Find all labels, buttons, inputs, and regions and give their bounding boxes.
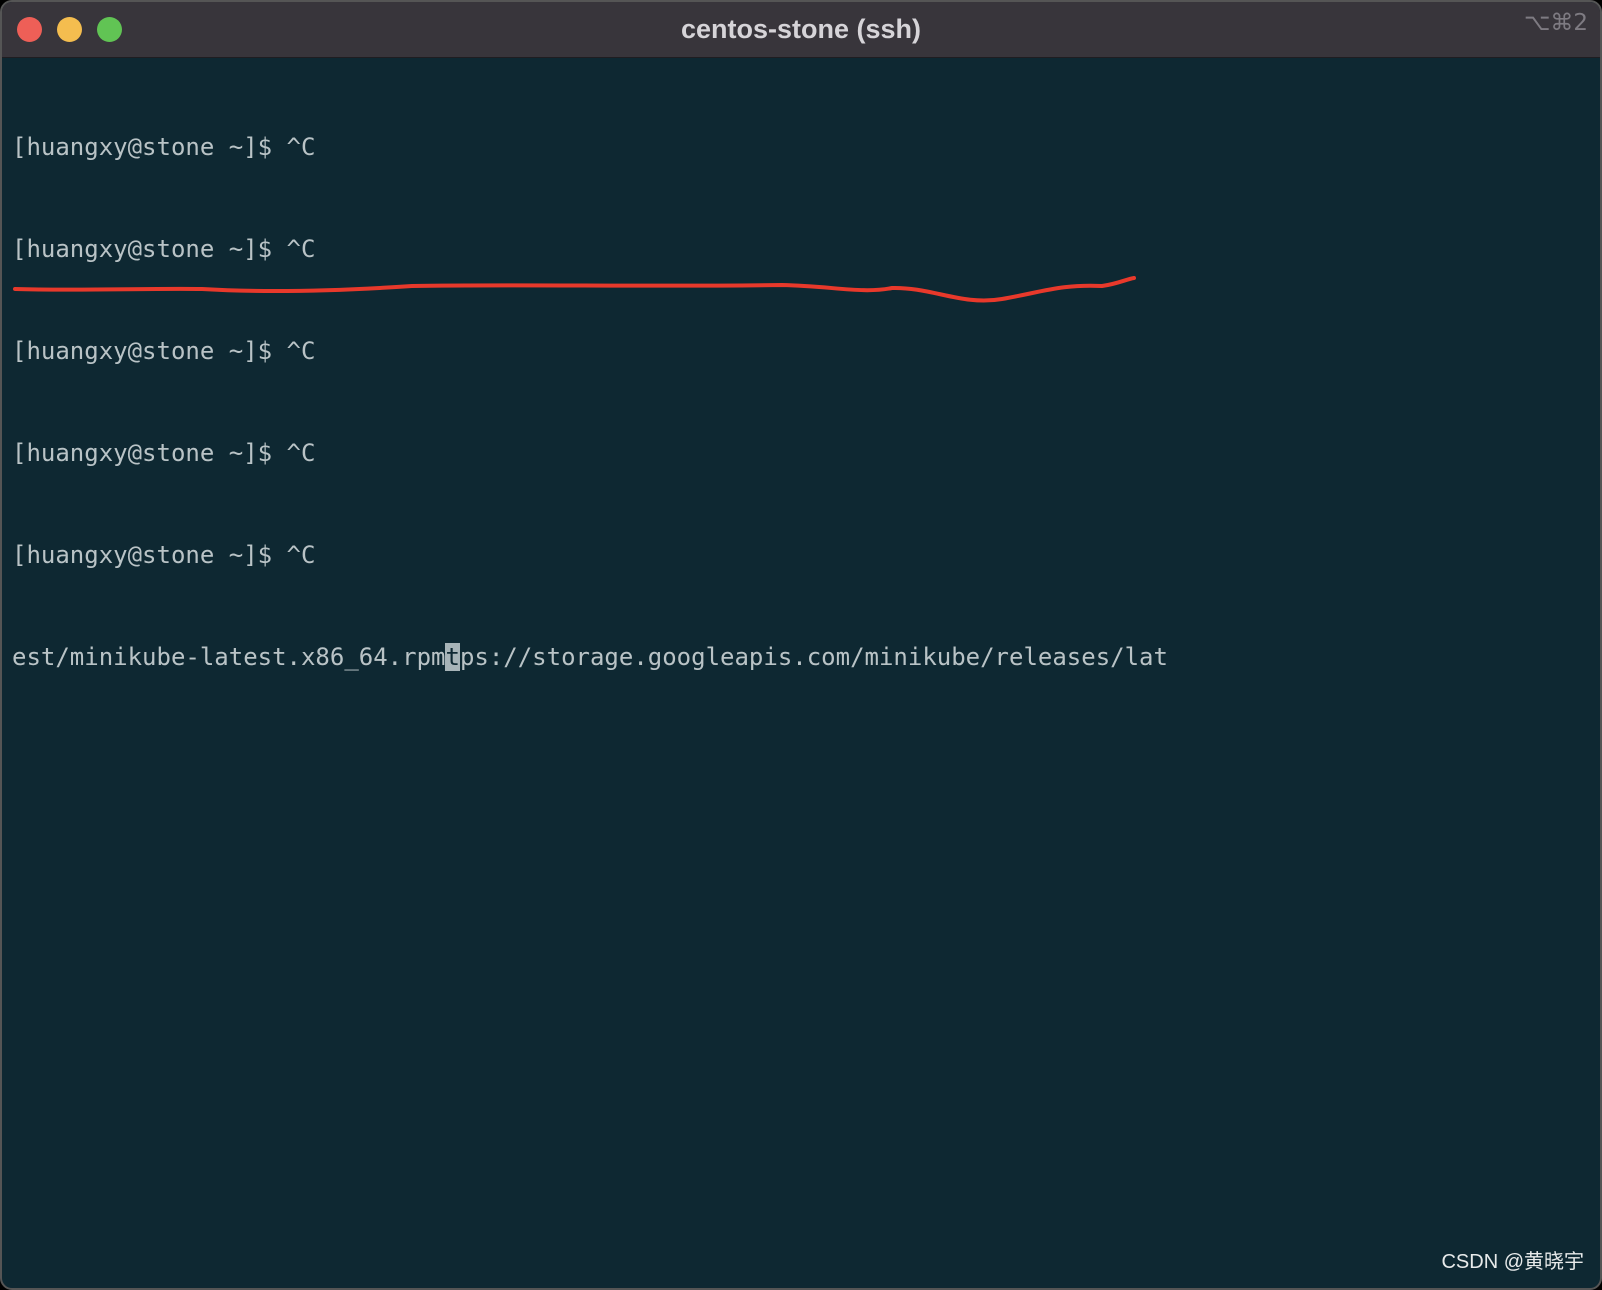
window-shortcut: ⌥⌘2 xyxy=(1523,10,1588,36)
command-text-after-cursor: ps://storage.googleapis.com/minikube/rel… xyxy=(459,643,1168,671)
terminal-output[interactable]: [huangxy@stone ~]$ ^C [huangxy@stone ~]$… xyxy=(12,62,1590,742)
terminal-cursor: t xyxy=(445,643,460,671)
window-title: centos-stone (ssh) xyxy=(680,14,922,44)
wrapped-command-line: est/minikube-latest.x86_64.rpmtps://stor… xyxy=(12,640,1590,674)
terminal-line: [huangxy@stone ~]$ ^C xyxy=(12,133,316,161)
csdn-watermark: CSDN @黄晓宇 xyxy=(1441,1251,1584,1273)
terminal-window: centos-stone (ssh) ⌥⌘2 [huangxy@stone ~]… xyxy=(0,0,1602,1290)
title-bar[interactable]: centos-stone (ssh) ⌥⌘2 xyxy=(2,2,1600,58)
terminal-line: [huangxy@stone ~]$ ^C xyxy=(12,337,316,365)
terminal-line: [huangxy@stone ~]$ ^C xyxy=(12,541,316,569)
terminal-line: [huangxy@stone ~]$ ^C xyxy=(12,235,316,263)
command-text-before-cursor: est/minikube-latest.x86_64.rpm xyxy=(12,643,446,671)
terminal-line: [huangxy@stone ~]$ ^C xyxy=(12,439,316,467)
